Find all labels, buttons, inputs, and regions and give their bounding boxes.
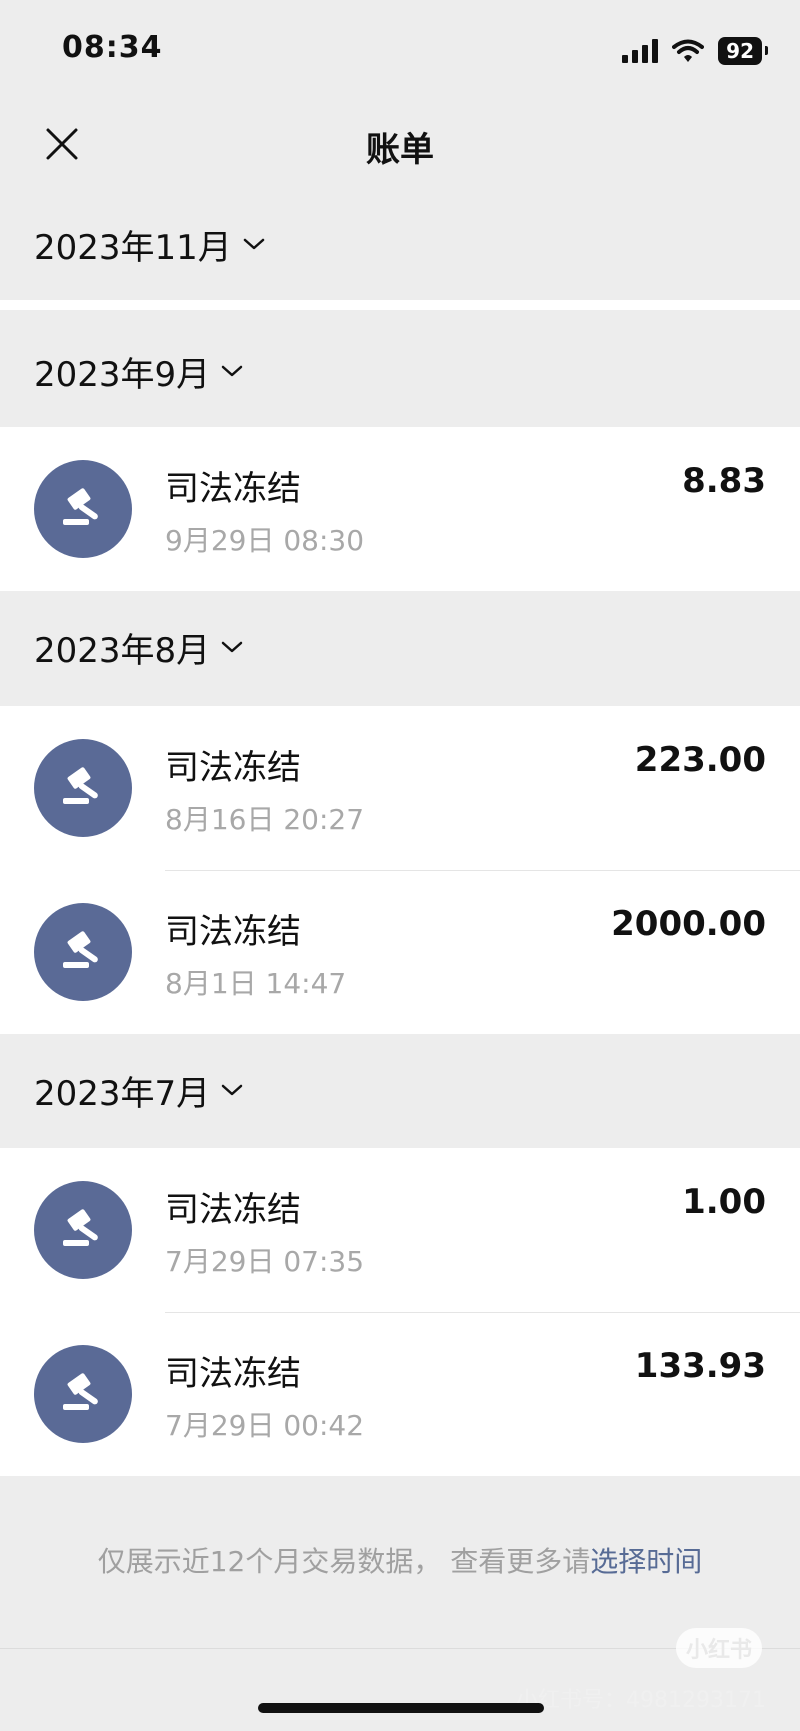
- wifi-icon: [672, 39, 705, 62]
- bill-title: 司法冻结: [165, 1190, 301, 1230]
- bill-time: 8月1日 14:47: [165, 967, 347, 1000]
- month-label: 2023年9月: [34, 354, 211, 395]
- bill-amount: 133.93: [634, 1346, 766, 1386]
- status-icons: 92: [622, 36, 768, 66]
- bill-title: 司法冻结: [165, 469, 301, 509]
- footer-note-text: 仅展示近12个月交易数据， 查看更多请: [97, 1545, 591, 1578]
- nav-bar: 账单: [0, 100, 800, 189]
- section-divider: [0, 300, 800, 310]
- bill-amount: 2000.00: [611, 904, 766, 944]
- bill-list-2023-09: 司法冻结 9月29日 08:30 8.83: [0, 427, 800, 591]
- month-label: 2023年8月: [34, 630, 211, 671]
- bill-item[interactable]: 司法冻结 9月29日 08:30 8.83: [0, 427, 800, 591]
- home-indicator: [258, 1703, 544, 1713]
- bill-list-2023-08: 司法冻结 8月16日 20:27 223.00 司法冻结 8月1日 14:47 …: [0, 706, 800, 1034]
- bill-title: 司法冻结: [165, 748, 301, 788]
- status-time: 08:34: [62, 30, 163, 65]
- month-header-2023-09[interactable]: 2023年9月: [0, 315, 800, 427]
- bill-amount: 1.00: [682, 1182, 766, 1222]
- month-header-2023-08[interactable]: 2023年8月: [0, 591, 800, 703]
- bill-item[interactable]: 司法冻结 7月29日 00:42 133.93: [0, 1312, 800, 1476]
- chevron-down-icon: [220, 639, 244, 655]
- bill-time: 9月29日 08:30: [165, 524, 365, 557]
- watermark-text: 小红书号：4981293171: [516, 1688, 766, 1713]
- status-bar: 08:34 92: [0, 0, 800, 100]
- chevron-down-icon: [242, 236, 266, 252]
- bill-time: 7月29日 00:42: [165, 1409, 365, 1442]
- gavel-icon: [34, 1181, 132, 1279]
- bill-time: 8月16日 20:27: [165, 803, 365, 836]
- chevron-down-icon: [220, 363, 244, 379]
- watermark-logo: 小红书: [676, 1628, 762, 1668]
- month-label: 2023年7月: [34, 1073, 211, 1114]
- bill-title: 司法冻结: [165, 912, 301, 952]
- page-title: 账单: [366, 130, 434, 170]
- bill-item[interactable]: 司法冻结 8月16日 20:27 223.00: [0, 706, 800, 870]
- bill-title: 司法冻结: [165, 1354, 301, 1394]
- gavel-icon: [34, 1345, 132, 1443]
- gavel-icon: [34, 903, 132, 1001]
- bill-amount: 223.00: [634, 740, 766, 780]
- bill-time: 7月29日 07:35: [165, 1245, 365, 1278]
- month-label: 2023年11月: [34, 227, 232, 268]
- month-header-2023-07[interactable]: 2023年7月: [0, 1034, 800, 1146]
- select-time-link[interactable]: 选择时间: [590, 1545, 702, 1578]
- bill-item[interactable]: 司法冻结 7月29日 07:35 1.00: [0, 1148, 800, 1312]
- bill-amount: 8.83: [682, 461, 766, 501]
- month-header-2023-11[interactable]: 2023年11月: [0, 188, 800, 300]
- bill-item[interactable]: 司法冻结 8月1日 14:47 2000.00: [0, 870, 800, 1034]
- gavel-icon: [34, 460, 132, 558]
- gavel-icon: [34, 739, 132, 837]
- footer-note: 仅展示近12个月交易数据， 查看更多请选择时间: [0, 1540, 800, 1580]
- battery-indicator: 92: [718, 37, 768, 65]
- signal-icon: [622, 39, 659, 63]
- chevron-down-icon: [220, 1082, 244, 1098]
- bill-list-2023-07: 司法冻结 7月29日 07:35 1.00 司法冻结 7月29日 00:42 1…: [0, 1148, 800, 1476]
